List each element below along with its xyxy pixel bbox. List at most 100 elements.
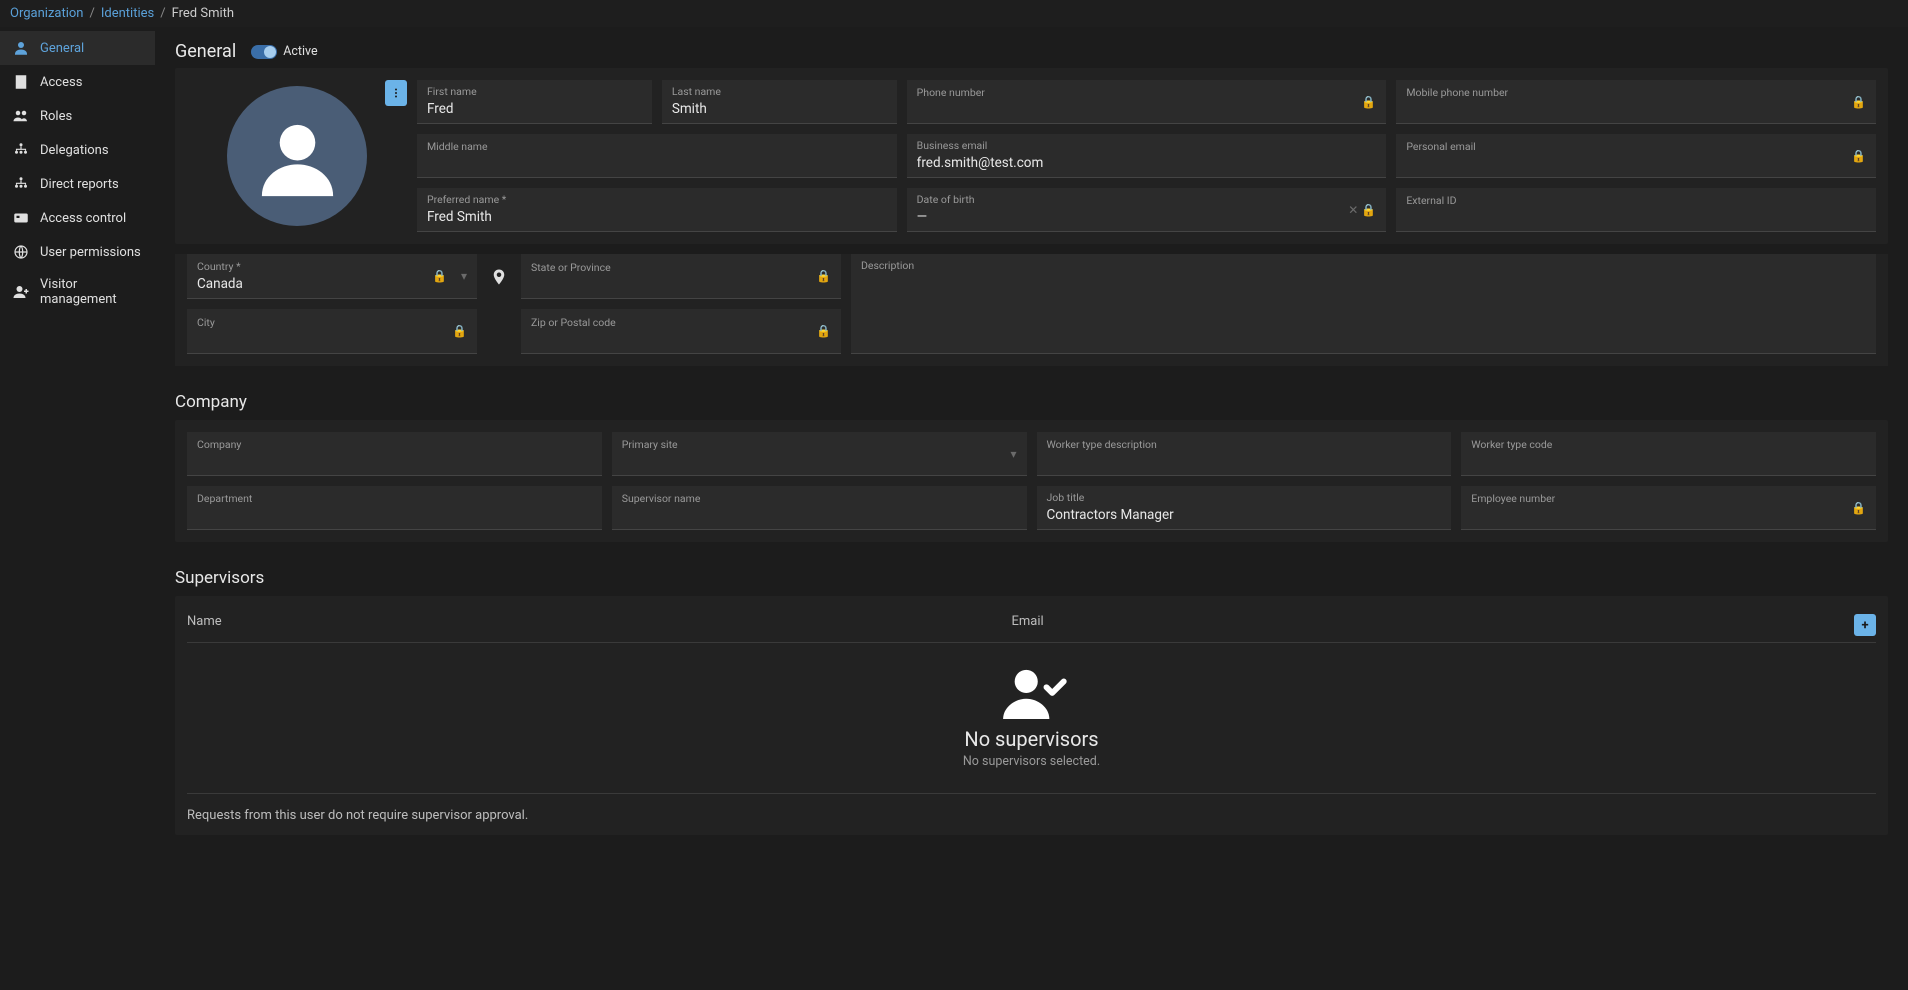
supervisors-panel: Name Email + No supervisors No superviso… bbox=[175, 596, 1888, 835]
lock-icon: 🔒 bbox=[1851, 95, 1866, 109]
field-label: Worker type description bbox=[1047, 439, 1442, 452]
field-label: Worker type code bbox=[1471, 439, 1866, 452]
breadcrumb-identities[interactable]: Identities bbox=[101, 6, 154, 21]
field-value bbox=[622, 454, 1017, 470]
lock-icon: 🔒 bbox=[432, 269, 447, 283]
primary-site-field[interactable]: Primary site ▾ bbox=[612, 432, 1027, 476]
field-label: Description bbox=[861, 260, 1866, 273]
add-supervisor-button[interactable]: + bbox=[1854, 614, 1876, 636]
job-title-field[interactable]: Job title Contractors Manager bbox=[1037, 486, 1452, 530]
field-label: State or Province bbox=[531, 262, 831, 275]
field-value bbox=[1471, 454, 1866, 470]
users-icon bbox=[12, 107, 30, 125]
business-email-field[interactable]: Business email fred.smith@test.com bbox=[907, 134, 1387, 178]
first-name-field[interactable]: First name Fred bbox=[417, 80, 652, 124]
clear-icon[interactable]: ✕ bbox=[1348, 203, 1358, 217]
lock-icon: 🔒 bbox=[1361, 203, 1376, 217]
column-email: Email bbox=[1012, 614, 1837, 636]
general-panel: First name Fred Last name Smith Phone nu… bbox=[175, 68, 1888, 244]
section-header-general: General Active bbox=[175, 41, 1888, 62]
supervisor-note: Requests from this user do not require s… bbox=[187, 794, 1876, 823]
sidebar: General Access Roles Delegations Direct … bbox=[0, 27, 155, 987]
lock-icon: 🔒 bbox=[816, 324, 831, 338]
chevron-down-icon: ▾ bbox=[461, 269, 467, 283]
field-label: Supervisor name bbox=[622, 493, 1017, 506]
field-label: Country * bbox=[197, 261, 467, 274]
supervisors-empty-state: No supervisors No supervisors selected. bbox=[187, 643, 1876, 794]
sidebar-item-user-permissions[interactable]: User permissions bbox=[0, 235, 155, 269]
breadcrumb-separator: / bbox=[89, 6, 94, 21]
last-name-field[interactable]: Last name Smith bbox=[662, 80, 897, 124]
active-toggle-label: Active bbox=[283, 44, 317, 59]
lock-icon: 🔒 bbox=[452, 324, 467, 338]
zip-field[interactable]: Zip or Postal code 🔒 bbox=[521, 309, 841, 354]
field-label: Company bbox=[197, 439, 592, 452]
field-value bbox=[1047, 454, 1442, 470]
lock-icon: 🔒 bbox=[816, 269, 831, 283]
worker-type-code-field[interactable]: Worker type code bbox=[1461, 432, 1876, 476]
worker-type-description-field[interactable]: Worker type description bbox=[1037, 432, 1452, 476]
card-icon bbox=[12, 209, 30, 227]
building-icon bbox=[12, 73, 30, 91]
country-field[interactable]: Country * Canada 🔒 ▾ bbox=[187, 254, 477, 299]
preferred-name-field[interactable]: Preferred name * Fred Smith bbox=[417, 188, 897, 232]
field-value bbox=[197, 454, 592, 470]
empty-subtitle: No supervisors selected. bbox=[963, 754, 1100, 769]
field-value bbox=[197, 331, 467, 347]
sidebar-item-general[interactable]: General bbox=[0, 31, 155, 65]
middle-name-field[interactable]: Middle name bbox=[417, 134, 897, 178]
field-label: Middle name bbox=[427, 141, 887, 154]
employee-number-field[interactable]: Employee number 🔒 bbox=[1461, 486, 1876, 530]
user-check-icon bbox=[997, 667, 1067, 719]
location-pin-button[interactable] bbox=[487, 254, 511, 299]
lock-icon: 🔒 bbox=[1851, 149, 1866, 163]
avatar-menu-button[interactable] bbox=[385, 80, 407, 106]
phone-field[interactable]: Phone number 🔒 bbox=[907, 80, 1387, 124]
dob-field[interactable]: Date of birth — ✕ 🔒 bbox=[907, 188, 1387, 232]
section-title-company: Company bbox=[175, 392, 1888, 412]
sidebar-item-access-control[interactable]: Access control bbox=[0, 201, 155, 235]
field-label: Zip or Postal code bbox=[531, 317, 831, 330]
mobile-phone-field[interactable]: Mobile phone number 🔒 bbox=[1396, 80, 1876, 124]
sidebar-item-label: Delegations bbox=[40, 143, 109, 158]
sidebar-item-delegations[interactable]: Delegations bbox=[0, 133, 155, 167]
tree-icon bbox=[12, 141, 30, 159]
sidebar-item-access[interactable]: Access bbox=[0, 65, 155, 99]
field-value: Fred bbox=[427, 101, 642, 119]
globe-icon bbox=[12, 243, 30, 261]
field-label: First name bbox=[427, 86, 642, 99]
company-field[interactable]: Company bbox=[187, 432, 602, 476]
sidebar-item-label: Direct reports bbox=[40, 177, 119, 192]
sidebar-item-roles[interactable]: Roles bbox=[0, 99, 155, 133]
sidebar-item-direct-reports[interactable]: Direct reports bbox=[0, 167, 155, 201]
field-value bbox=[622, 508, 1017, 524]
sidebar-item-visitor-management[interactable]: Visitor management bbox=[0, 269, 155, 315]
supervisor-name-field[interactable]: Supervisor name bbox=[612, 486, 1027, 530]
supervisors-table-header: Name Email + bbox=[187, 608, 1876, 643]
lock-icon: 🔒 bbox=[1361, 95, 1376, 109]
user-plus-icon bbox=[12, 283, 30, 301]
field-value bbox=[197, 508, 592, 524]
avatar-cell bbox=[187, 80, 407, 232]
breadcrumb-current: Fred Smith bbox=[172, 6, 234, 21]
city-field[interactable]: City 🔒 bbox=[187, 309, 477, 354]
company-panel: Company Primary site ▾ Worker type descr… bbox=[175, 420, 1888, 542]
field-label: Date of birth bbox=[917, 194, 1377, 207]
state-province-field[interactable]: State or Province 🔒 bbox=[521, 254, 841, 299]
personal-email-field[interactable]: Personal email 🔒 bbox=[1396, 134, 1876, 178]
active-toggle[interactable]: Active bbox=[251, 44, 317, 59]
field-value: Contractors Manager bbox=[1047, 507, 1442, 525]
department-field[interactable]: Department bbox=[187, 486, 602, 530]
field-value: Canada bbox=[197, 276, 467, 294]
breadcrumb-organization[interactable]: Organization bbox=[10, 6, 83, 21]
description-field[interactable]: Description bbox=[851, 254, 1876, 354]
field-value bbox=[1406, 102, 1866, 118]
field-label: Preferred name * bbox=[427, 194, 887, 207]
field-label: Phone number bbox=[917, 87, 1377, 100]
field-value bbox=[1471, 508, 1866, 524]
external-id-field[interactable]: External ID bbox=[1396, 188, 1876, 232]
tree-icon bbox=[12, 175, 30, 193]
lock-icon: 🔒 bbox=[1851, 501, 1866, 515]
field-label: Last name bbox=[672, 86, 887, 99]
main-content: General Active First name Fred bbox=[155, 27, 1908, 987]
